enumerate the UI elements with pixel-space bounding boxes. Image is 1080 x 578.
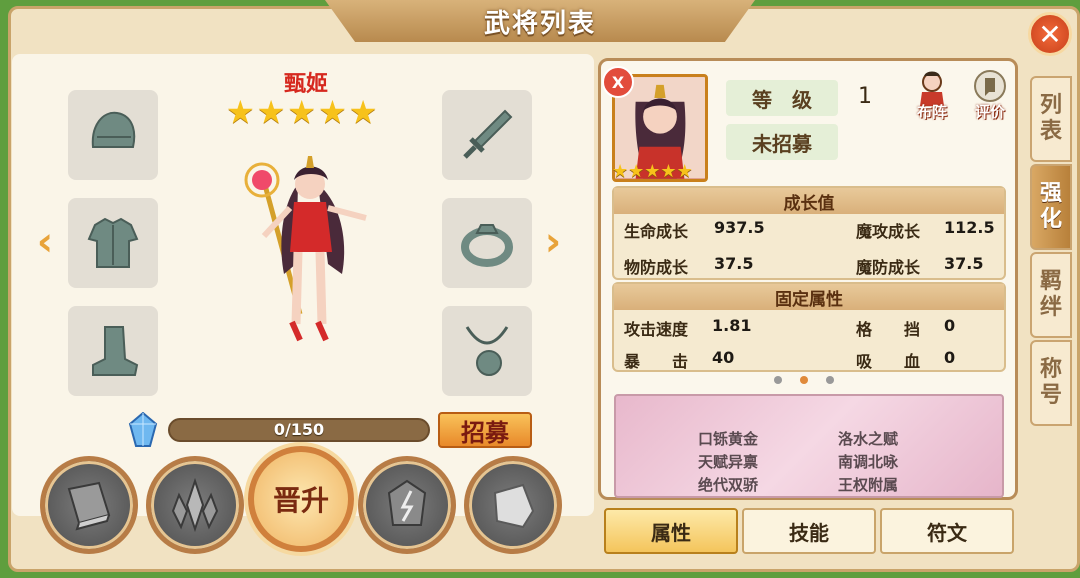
star-icon: ★	[660, 161, 677, 182]
book-icon	[67, 481, 111, 531]
crystal-button[interactable]	[146, 456, 244, 554]
stat-label: 攻击速度	[624, 320, 689, 339]
star-icon: ★	[287, 93, 317, 131]
star-icon: ★	[644, 161, 661, 182]
star-icon: ★	[348, 93, 378, 131]
formation-label: 布阵	[916, 103, 947, 121]
tab-skills[interactable]: 技能	[742, 508, 876, 554]
shard-progress-text: 0/150	[273, 420, 325, 439]
promote-button[interactable]: 晋升	[248, 446, 354, 552]
stat-value: 37.5	[944, 254, 984, 273]
title-bar: 武将列表	[325, 0, 755, 42]
equip-slot-necklace[interactable]	[442, 306, 532, 396]
page-indicator	[774, 376, 834, 384]
equip-slot-helmet[interactable]	[68, 90, 158, 180]
stat-label: 魔攻成长	[856, 222, 921, 241]
page-dot[interactable]	[826, 376, 834, 384]
level-label: 等 级	[726, 80, 838, 116]
star-icon: ★	[318, 93, 347, 131]
equip-slot-armor[interactable]	[68, 198, 158, 288]
star-icon: ★	[628, 161, 645, 182]
side-tab-enhance[interactable]: 强化	[1030, 164, 1072, 250]
stat-label: 吸 血	[856, 352, 921, 371]
stat-value: 40	[712, 348, 735, 367]
skill-book-button[interactable]	[40, 456, 138, 554]
talent-item: 口铄黄金	[698, 430, 759, 448]
stat-label: 魔防成长	[856, 258, 921, 277]
stat-label: 生命成长	[624, 222, 689, 241]
equip-slot-ring[interactable]	[442, 198, 532, 288]
tab-runes[interactable]: 符文	[880, 508, 1014, 554]
equip-slot-weapon[interactable]	[442, 90, 532, 180]
equip-slot-boots[interactable]	[68, 306, 158, 396]
star-icon: ★	[676, 161, 693, 182]
talent-panel	[614, 394, 1004, 498]
stat-value: 0	[944, 348, 956, 367]
crystal-cluster-icon	[171, 477, 219, 533]
stat-value: 1.81	[712, 316, 752, 335]
side-tab-titles[interactable]: 称号	[1030, 340, 1072, 426]
hero-star-rating: ★ ★ ★ ★ ★	[226, 96, 377, 128]
faction-badge: X	[602, 66, 634, 98]
tab-attributes[interactable]: 属性	[604, 508, 738, 554]
talent-item: 绝代双骄	[698, 476, 759, 494]
stat-value: 112.5	[944, 218, 995, 237]
talent-item: 洛水之赋	[838, 430, 899, 448]
sword-icon	[463, 109, 513, 159]
level-value: 1	[858, 84, 872, 109]
portrait-star-rating: ★ ★ ★ ★ ★	[612, 162, 693, 182]
next-hero-arrow[interactable]: ›	[542, 222, 564, 262]
ring-icon	[461, 224, 513, 267]
star-icon: ★	[612, 161, 629, 182]
formation-button[interactable]: 布阵	[910, 70, 954, 122]
talent-item: 南调北咏	[838, 453, 899, 471]
growth-title: 成长值	[614, 188, 1004, 214]
shard-progress-bar: 0/150	[168, 418, 430, 442]
close-button[interactable]: ✕	[1028, 12, 1072, 56]
talent-item: 天赋异禀	[698, 453, 759, 471]
necklace-icon	[465, 326, 509, 376]
close-icon: ✕	[1038, 17, 1062, 51]
prev-hero-arrow[interactable]: ‹	[34, 222, 56, 262]
stat-value: 937.5	[714, 218, 765, 237]
boots-icon	[92, 326, 139, 376]
review-label: 评价	[974, 103, 1005, 121]
stat-label: 格 挡	[856, 320, 921, 339]
stat-label: 暴 击	[624, 352, 689, 371]
gem-stone-icon	[387, 479, 427, 526]
star-icon: ★	[256, 93, 286, 131]
gem-stone-button[interactable]	[358, 456, 456, 554]
window-title: 武将列表	[483, 8, 596, 39]
stat-value: 0	[944, 316, 956, 335]
stat-label: 物防成长	[624, 258, 689, 277]
soul-crystal-icon	[128, 412, 158, 447]
armor-icon	[87, 217, 139, 268]
recruit-button[interactable]: 招募	[438, 412, 532, 448]
helmet-icon	[91, 111, 136, 148]
recruit-status: 未招募	[726, 124, 838, 160]
page-dot[interactable]	[774, 376, 782, 384]
page-dot-active[interactable]	[800, 376, 808, 384]
talent-item: 王权附属	[838, 476, 899, 494]
side-tab-bonds[interactable]: 羁绊	[1030, 252, 1072, 338]
white-stone-icon	[493, 483, 535, 529]
fixed-attributes-title: 固定属性	[614, 284, 1004, 310]
stat-value: 37.5	[714, 254, 754, 273]
awaken-stone-button[interactable]	[464, 456, 562, 554]
star-icon: ★	[226, 93, 255, 131]
hero-character-art	[244, 156, 367, 342]
review-button[interactable]: 评价	[968, 70, 1012, 122]
side-tab-list[interactable]: 列表	[1030, 76, 1072, 162]
